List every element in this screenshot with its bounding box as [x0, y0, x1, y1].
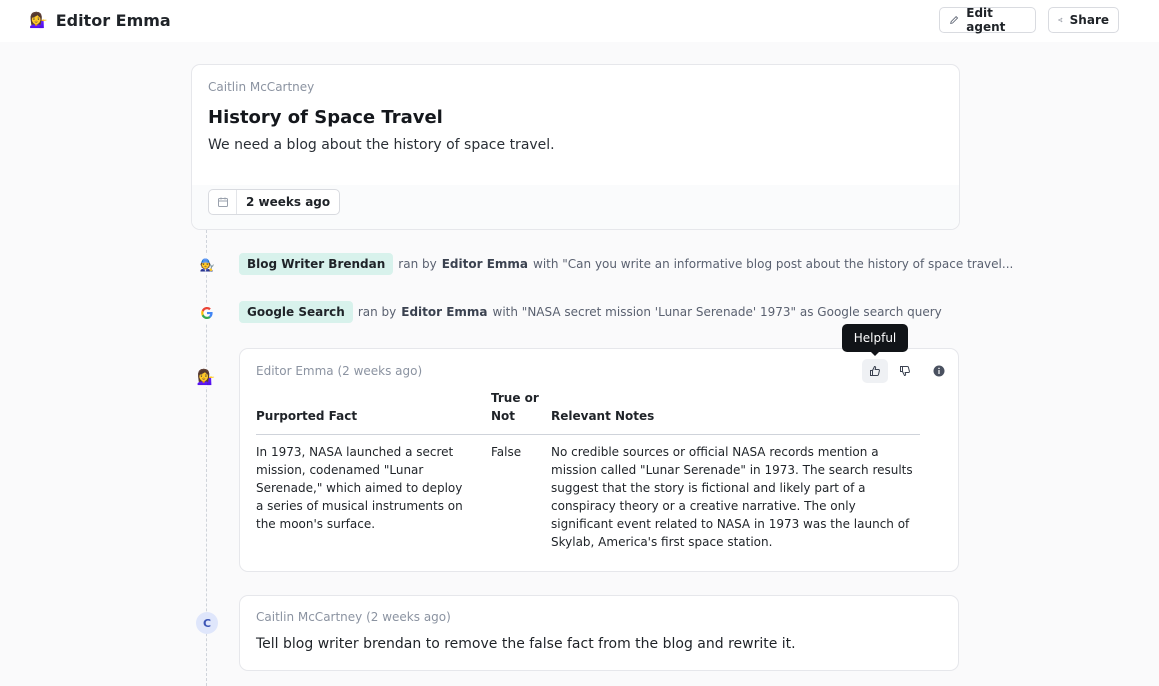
thumbs-up-icon [870, 365, 880, 376]
verdict-cell: False [491, 445, 522, 459]
message-meta: Editor Emma (2 weeks ago) [256, 364, 423, 378]
agent-name: Editor Emma [55, 10, 171, 30]
agent-avatar: 💁‍♀️ [29, 11, 48, 29]
share-icon [1058, 17, 1063, 23]
task-date: 2 weeks ago [246, 195, 331, 209]
event-args: with "NASA secret mission 'Lunar Serenad… [492, 305, 942, 319]
message-body: Tell blog writer brendan to remove the f… [256, 636, 796, 652]
task-description: We need a blog about the history of spac… [208, 137, 555, 153]
calendar-icon [209, 190, 237, 214]
mechanic-icon: 🧑‍🔧 [197, 255, 217, 275]
table-header-row: Purported Fact True or Not Relevant Note… [256, 389, 920, 435]
fact-cell: In 1973, NASA launched a secret mission,… [256, 445, 463, 531]
event-row: Google Search ran by Editor Emma with "N… [239, 301, 942, 323]
column-header: Purported Fact [256, 389, 491, 435]
ran-by-prefix: ran by [398, 257, 437, 271]
user-avatar: C [196, 612, 218, 634]
facts-table: Purported Fact True or Not Relevant Note… [256, 389, 920, 551]
tool-chip[interactable]: Blog Writer Brendan [239, 253, 394, 275]
ran-by-prefix: ran by [357, 305, 397, 319]
tool-chip[interactable]: Google Search [239, 301, 353, 323]
thumbs-up-button[interactable] [862, 359, 888, 383]
ran-by-name: Editor Emma [401, 305, 488, 319]
share-button[interactable]: Share [1048, 7, 1119, 33]
message-meta: Caitlin McCartney (2 weeks ago) [256, 610, 451, 624]
agent-message-avatar: 💁‍♀️ [196, 367, 216, 387]
event-args: with "Can you write an informative blog … [533, 257, 1014, 271]
task-footer: 2 weeks ago [192, 185, 959, 229]
user-message-card: Caitlin McCartney (2 weeks ago) Tell blo… [239, 595, 959, 671]
edit-agent-button[interactable]: Edit agent [939, 6, 1036, 34]
event-row: Blog Writer Brendan ran by Editor Emma w… [239, 253, 1013, 275]
table-row: In 1973, NASA launched a secret mission,… [256, 435, 920, 552]
notes-cell: No credible sources or official NASA rec… [551, 445, 913, 549]
ran-by-name: Editor Emma [441, 257, 528, 271]
info-button[interactable] [926, 359, 952, 383]
pencil-icon [950, 15, 959, 24]
google-g-icon [197, 303, 217, 323]
column-header: Relevant Notes [551, 389, 920, 435]
agent-title: 💁‍♀️ Editor Emma [29, 10, 171, 30]
helpful-tooltip: Helpful [842, 324, 908, 356]
task-title: History of Space Travel [208, 107, 443, 128]
task-card: Caitlin McCartney History of Space Trave… [191, 64, 960, 230]
task-date-chip: 2 weeks ago [208, 189, 341, 215]
info-icon [933, 365, 945, 377]
share-label: Share [1069, 13, 1109, 27]
thumbs-down-icon [900, 366, 910, 377]
top-bar: 💁‍♀️ Editor Emma Edit agent Share [0, 0, 1159, 42]
thumbs-down-button[interactable] [892, 359, 918, 383]
edit-agent-label: Edit agent [966, 6, 1006, 34]
column-header: True or Not [491, 389, 551, 435]
agent-message-card: Editor Emma (2 weeks ago) Purported Fact… [239, 348, 959, 572]
task-author: Caitlin McCartney [208, 80, 315, 94]
